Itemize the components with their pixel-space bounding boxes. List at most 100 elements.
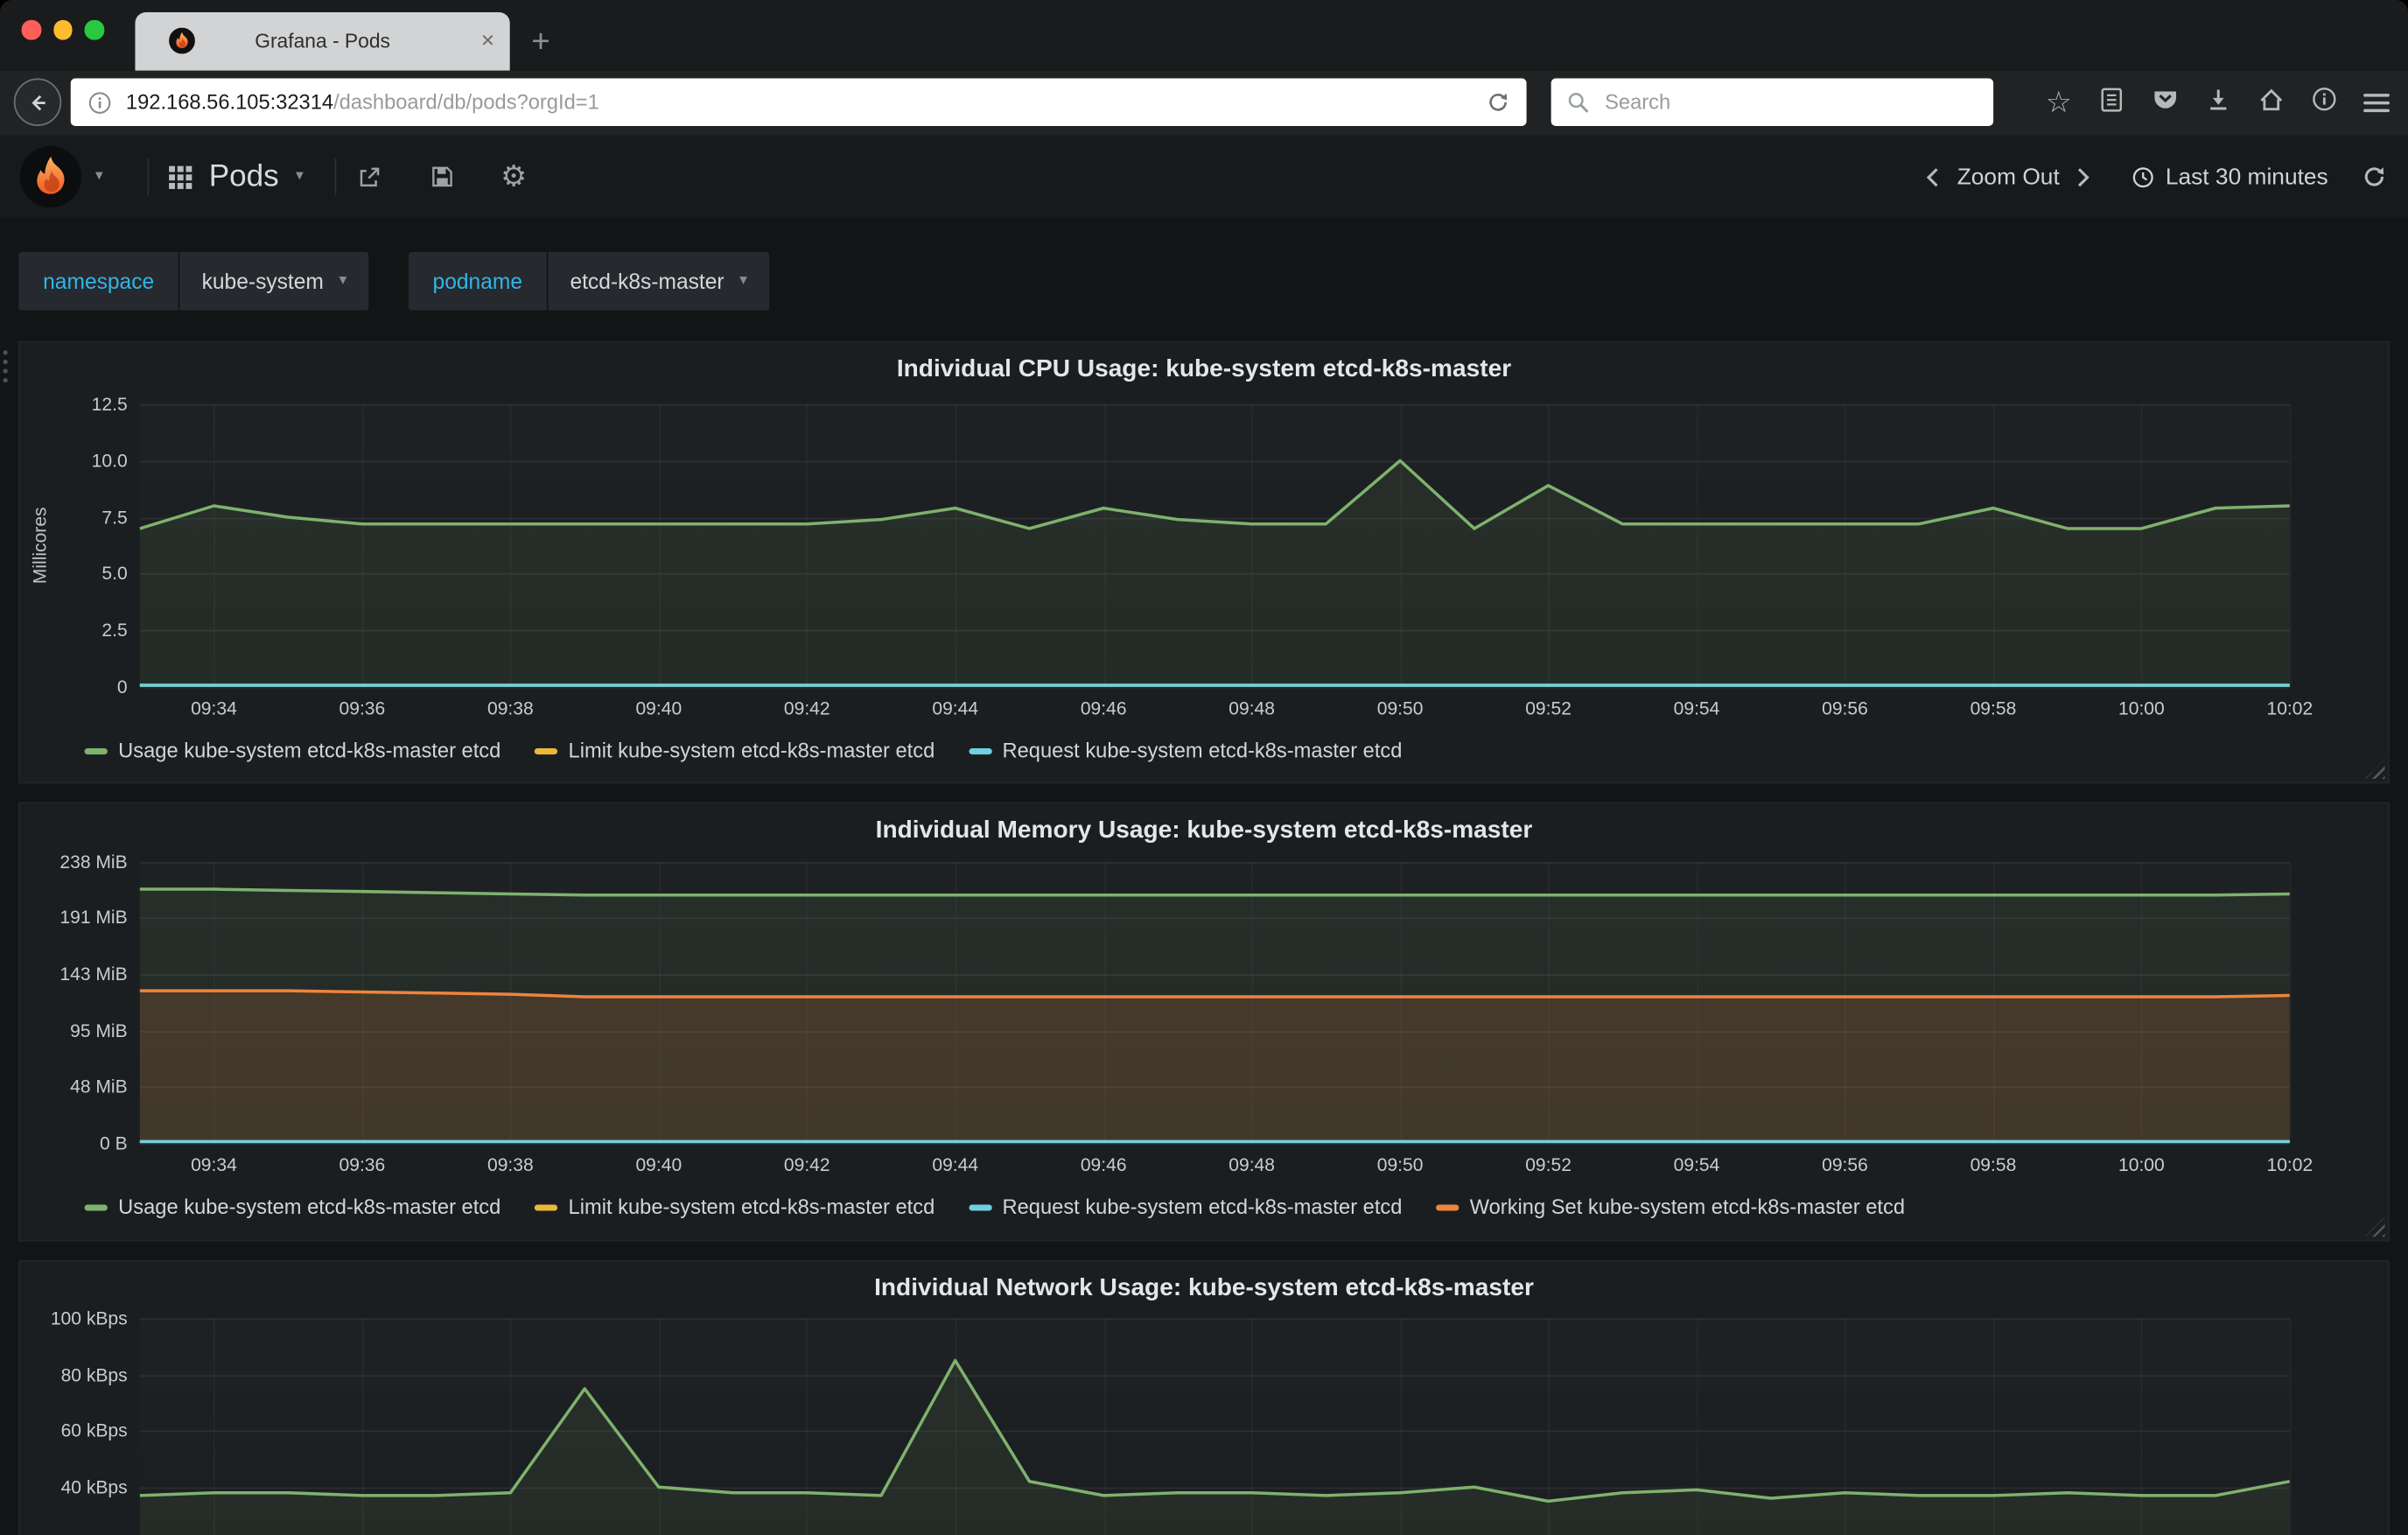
- legend-item[interactable]: Request kube-system etcd-k8s-master etcd: [968, 739, 1403, 762]
- legend-series-color: [534, 747, 558, 754]
- search-input[interactable]: [1601, 88, 1994, 116]
- navbar-divider: [334, 158, 337, 195]
- panel-cpu: Individual CPU Usage: kube-system etcd-k…: [18, 340, 2390, 784]
- y-axis-label: Millicores: [29, 507, 51, 585]
- x-tick-label: 09:52: [1525, 697, 1572, 719]
- y-tick-label: 238 MiB: [60, 851, 128, 873]
- x-tick-label: 09:44: [932, 1153, 979, 1176]
- x-tick-label: 09:38: [486, 697, 534, 719]
- url-bar[interactable]: 192.168.56.105:32314/dashboard/db/pods?o…: [70, 78, 1527, 126]
- url-text: 192.168.56.105:32314/dashboard/db/pods?o…: [126, 91, 599, 114]
- chart-canvas: [139, 887, 2290, 1144]
- grafana-navbar: ▾ Pods ▾ ⚙ Zoom Out Last 30 minutes: [0, 135, 2408, 221]
- panel-title[interactable]: Individual Memory Usage: kube-system etc…: [20, 817, 2388, 845]
- legend-label: Limit kube-system etcd-k8s-master etcd: [568, 1195, 935, 1219]
- y-tick-label: 0: [116, 676, 128, 698]
- variable-namespace: namespace kube-system ▾: [18, 251, 368, 311]
- grid-line-vertical: [2289, 1318, 2292, 1535]
- panel-network: Individual Network Usage: kube-system et…: [18, 1259, 2390, 1535]
- tab-title: Grafana - Pods: [255, 29, 390, 53]
- chart-legend: Usage kube-system etcd-k8s-master etcd Li…: [84, 1195, 1905, 1219]
- panel-resize-handle[interactable]: [2364, 1216, 2385, 1237]
- panel-drag-handle[interactable]: [3, 350, 8, 383]
- legend-item[interactable]: Request kube-system etcd-k8s-master etcd: [968, 1195, 1402, 1218]
- legend-item[interactable]: Working Set kube-system etcd-k8s-master …: [1436, 1195, 1905, 1218]
- search-icon: [1566, 91, 1589, 114]
- x-tick-label: 09:46: [1080, 697, 1127, 719]
- chart-plot-area[interactable]: 100 kBps80 kBps60 kBps40 kBps09:3409:360…: [51, 1307, 2292, 1535]
- variable-value-namespace[interactable]: kube-system ▾: [180, 251, 368, 311]
- y-tick-label: 95 MiB: [70, 1020, 128, 1042]
- x-tick-label: 09:54: [1673, 697, 1720, 719]
- x-tick-label: 09:58: [1970, 1153, 2017, 1176]
- x-tick-label: 10:02: [2266, 697, 2314, 719]
- reload-icon[interactable]: [1487, 91, 1509, 114]
- legend-item[interactable]: Usage kube-system etcd-k8s-master etcd: [84, 739, 500, 762]
- x-tick-label: 09:58: [1970, 697, 2017, 719]
- info-circle-icon[interactable]: [2311, 86, 2337, 120]
- bookmark-star-icon[interactable]: ☆: [2046, 88, 2072, 117]
- legend-item[interactable]: Usage kube-system etcd-k8s-master etcd: [84, 1195, 500, 1218]
- browser-tab[interactable]: Grafana - Pods ×: [135, 12, 510, 71]
- save-dashboard-button[interactable]: [430, 136, 454, 219]
- legend-label: Limit kube-system etcd-k8s-master etcd: [568, 739, 935, 762]
- legend-label: Working Set kube-system etcd-k8s-master …: [1469, 1195, 1906, 1219]
- pocket-icon[interactable]: [2152, 85, 2180, 120]
- tab-close-icon[interactable]: ×: [481, 26, 494, 55]
- chevron-down-icon: ▾: [94, 167, 103, 185]
- legend-series-color: [968, 1203, 992, 1210]
- x-tick-label: 09:52: [1525, 1153, 1572, 1176]
- y-tick-label: 191 MiB: [60, 907, 128, 929]
- x-tick-label: 09:40: [635, 1153, 682, 1176]
- legend-item[interactable]: Limit kube-system etcd-k8s-master etcd: [534, 739, 935, 762]
- legend-label: Request kube-system etcd-k8s-master etcd: [1002, 739, 1403, 762]
- dashboard-picker[interactable]: Pods ▾: [169, 136, 304, 219]
- dashboard-settings-button[interactable]: ⚙: [500, 136, 527, 219]
- grid-line-vertical: [2289, 861, 2292, 1144]
- search-bar[interactable]: [1550, 78, 1994, 126]
- x-tick-label: 09:56: [1822, 697, 1868, 719]
- back-button[interactable]: [13, 78, 62, 126]
- series-line: [139, 1358, 2290, 1503]
- new-tab-button[interactable]: +: [531, 25, 550, 61]
- close-window-button[interactable]: [21, 19, 41, 39]
- legend-series-color: [534, 1203, 558, 1210]
- legend-item[interactable]: Limit kube-system etcd-k8s-master etcd: [534, 1195, 935, 1219]
- grid-line-horizontal: [139, 686, 2290, 689]
- downloads-icon[interactable]: [2205, 86, 2231, 120]
- url-path: /dashboard/db/pods?orgId=1: [333, 90, 599, 114]
- chart-canvas: [139, 1358, 2290, 1535]
- panel-title[interactable]: Individual Network Usage: kube-system et…: [20, 1275, 2388, 1303]
- series-fill: [139, 1360, 2290, 1535]
- x-tick-label: 09:40: [635, 697, 682, 719]
- variable-value-podname[interactable]: etcd-k8s-master ▾: [548, 251, 769, 311]
- time-range-label: Last 30 minutes: [2165, 163, 2328, 190]
- panel-memory: Individual Memory Usage: kube-system etc…: [18, 802, 2390, 1242]
- variable-value-text: etcd-k8s-master: [570, 269, 724, 294]
- refresh-button[interactable]: [2362, 165, 2386, 189]
- grafana-logo[interactable]: ▾: [19, 145, 103, 208]
- home-icon[interactable]: [2258, 85, 2286, 120]
- time-pan-left-button[interactable]: [1915, 165, 1950, 188]
- panel-resize-handle[interactable]: [2364, 759, 2385, 780]
- chart-plot-area[interactable]: 12.5 10.0 7.5 5.0 2.5 0 09:34 09:36 09:38 09:40 09…: [92, 393, 2314, 718]
- dashboard-title: Pods: [208, 158, 279, 193]
- x-tick-label: 09:50: [1376, 697, 1424, 719]
- x-tick-label: 09:36: [339, 697, 386, 719]
- fullscreen-window-button[interactable]: [84, 19, 104, 39]
- y-tick-label: 60 kBps: [60, 1419, 128, 1442]
- minimize-window-button[interactable]: [52, 19, 73, 39]
- time-pan-right-button[interactable]: [2066, 165, 2101, 188]
- chart-plot-area[interactable]: 238 MiB 191 MiB 143 MiB 95 MiB 48 MiB 0 B 09:3…: [60, 852, 2313, 1175]
- y-tick-label: 48 MiB: [70, 1076, 128, 1097]
- time-controls: Zoom Out Last 30 minutes: [1915, 136, 2386, 219]
- x-tick-label: 09:38: [486, 1153, 534, 1176]
- menu-icon[interactable]: [2363, 90, 2390, 116]
- share-dashboard-button[interactable]: [356, 136, 382, 219]
- reading-list-icon[interactable]: [2097, 85, 2125, 120]
- page-info-icon[interactable]: [88, 90, 112, 115]
- time-range-button[interactable]: Last 30 minutes: [2132, 164, 2328, 190]
- zoom-out-button[interactable]: Zoom Out: [1951, 164, 2066, 190]
- panel-title[interactable]: Individual CPU Usage: kube-system etcd-k…: [20, 356, 2388, 384]
- x-tick-label: 09:34: [191, 1153, 237, 1176]
